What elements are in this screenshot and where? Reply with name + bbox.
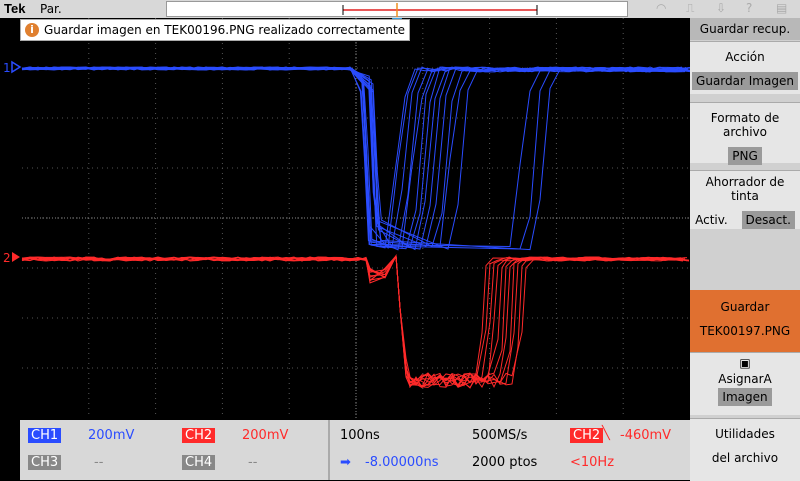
channel-2-marker[interactable]: 2 bbox=[3, 251, 20, 265]
ink-saver-on: Activ. bbox=[695, 213, 728, 227]
save-notification: i Guardar imagen en TEK00196.PNG realiza… bbox=[20, 19, 411, 41]
sample-rate: 500MS/s bbox=[472, 428, 528, 443]
file-utilities-button[interactable]: Utilidades del archivo bbox=[690, 418, 800, 481]
action-value: Guardar Imagen bbox=[692, 72, 798, 90]
ch2-tag[interactable]: CH2 bbox=[182, 428, 216, 443]
timebase-value[interactable]: 100ns bbox=[340, 428, 380, 443]
readout-divider bbox=[328, 420, 330, 480]
ch1-trace bbox=[21, 66, 683, 248]
ch1-trace bbox=[21, 66, 689, 250]
file-format-button[interactable]: Formato de archivo PNG bbox=[690, 102, 800, 165]
record-view-bar bbox=[166, 1, 628, 17]
ch1-trace bbox=[21, 66, 686, 251]
ch3-scale: -- bbox=[94, 455, 104, 470]
brand-logo: Tek bbox=[4, 1, 26, 16]
trigger-level: -460mV bbox=[620, 428, 672, 443]
save-button-label: Guardar bbox=[720, 300, 770, 314]
top-status-bar: Tek Par. ◠ ⎍ ⇩ ? ▤ bbox=[0, 0, 800, 18]
ch1-tag[interactable]: CH1 bbox=[28, 428, 62, 443]
ch2-trace bbox=[21, 254, 684, 389]
assign-value: Imagen bbox=[718, 388, 772, 406]
waveform-display[interactable]: T 1 2 bbox=[0, 13, 691, 418]
file-utilities-line2: del archivo bbox=[711, 451, 779, 465]
ink-saver-label: Ahorrador de tinta bbox=[705, 175, 785, 203]
record-view-graphic bbox=[342, 3, 538, 17]
ch2-scale: 200mV bbox=[242, 428, 289, 443]
wifi-icon: ◠ bbox=[656, 1, 667, 15]
record-length: 2000 ptos bbox=[472, 455, 538, 470]
ch1-trace bbox=[21, 66, 683, 249]
status-icons: ◠ ⎍ ⇩ ? ▤ bbox=[650, 1, 800, 17]
ch2-trace bbox=[21, 254, 686, 389]
save-button[interactable]: Guardar TEK00197.PNG bbox=[690, 290, 800, 352]
trigger-frequency: <10Hz bbox=[570, 455, 615, 470]
ch2-trace bbox=[21, 254, 682, 388]
ch1-trace bbox=[21, 66, 691, 249]
ch2-trace bbox=[21, 254, 688, 388]
horizontal-position[interactable]: -8.00000ns bbox=[365, 455, 438, 470]
menu-icon: ▤ bbox=[776, 1, 788, 15]
file-format-label: Formato de archivo bbox=[710, 111, 780, 139]
ch2-trace bbox=[21, 254, 682, 387]
readout-bar: CH1 200mV CH2 200mV CH3 -- CH4 -- 100ns … bbox=[20, 420, 690, 480]
ch3-tag[interactable]: CH3 bbox=[28, 455, 62, 470]
trigger-source[interactable]: CH2 bbox=[570, 428, 604, 443]
ch1-trace bbox=[21, 66, 689, 251]
menu-title: Guardar recup. bbox=[690, 18, 800, 40]
save-recall-menu: Guardar recup. Acción Guardar Imagen For… bbox=[690, 18, 800, 481]
acquisition-mode: Par. bbox=[40, 2, 62, 16]
ch1-trace bbox=[21, 66, 687, 250]
trigger-falling-edge-icon: ╲ bbox=[602, 426, 610, 441]
assign-to-button[interactable]: ▣ AsignarA Imagen bbox=[690, 352, 800, 415]
ch1-scale: 200mV bbox=[88, 428, 135, 443]
ch4-scale: -- bbox=[248, 455, 258, 470]
ch1-trace bbox=[21, 66, 687, 247]
waveform-graticule: T 1 2 bbox=[3, 13, 691, 418]
ch4-tag[interactable]: CH4 bbox=[182, 455, 216, 470]
usb-icon: ⎍ bbox=[686, 1, 695, 15]
ch2-trace bbox=[21, 254, 686, 388]
file-format-value: PNG bbox=[728, 147, 762, 165]
ch2-trace bbox=[21, 254, 688, 386]
ch1-trace bbox=[21, 66, 689, 250]
ink-saver-off: Desact. bbox=[741, 211, 795, 229]
action-label: Acción bbox=[725, 50, 765, 64]
channel-1-marker-label: 1 bbox=[3, 61, 11, 75]
save-notification-text: Guardar imagen en TEK00196.PNG realizado… bbox=[44, 23, 406, 37]
save-file-name: TEK00197.PNG bbox=[699, 324, 791, 338]
graticule-grid bbox=[22, 18, 690, 418]
help-icon: ? bbox=[746, 1, 753, 15]
ch1-trace bbox=[21, 66, 691, 250]
info-icon: i bbox=[25, 23, 39, 37]
ch1-trace bbox=[21, 66, 683, 249]
save-status-icon: ⇩ bbox=[716, 1, 727, 15]
file-utilities-line1: Utilidades bbox=[715, 427, 775, 441]
channel-1-marker[interactable]: 1 bbox=[3, 60, 22, 75]
assign-label: AsignarA bbox=[718, 372, 772, 386]
action-button[interactable]: Acción Guardar Imagen bbox=[690, 41, 800, 94]
ch1-trace bbox=[21, 66, 686, 249]
ink-saver-button[interactable]: Ahorrador de tinta Activ. Desact. bbox=[690, 170, 800, 229]
assign-icon: ▣ bbox=[739, 356, 751, 370]
horizontal-position-arrow-icon: ➡ bbox=[340, 455, 351, 470]
channel-2-marker-label: 2 bbox=[3, 251, 11, 265]
